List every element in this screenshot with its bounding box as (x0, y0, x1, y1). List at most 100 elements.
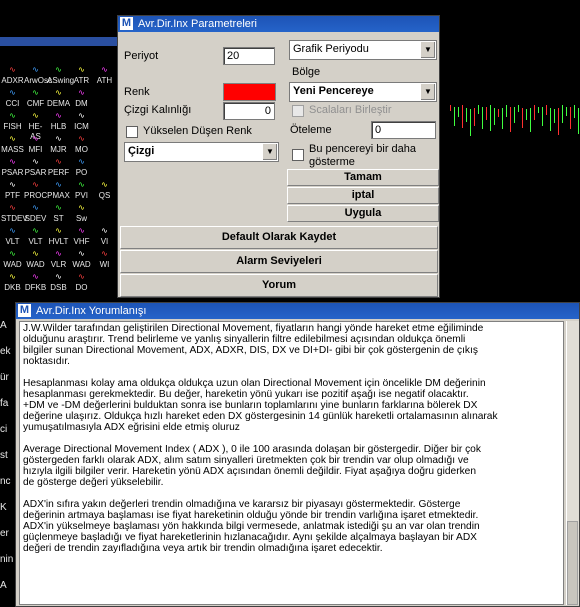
indicator-glyph-icon: ∿ (78, 111, 85, 120)
indicator-tool[interactable]: ∿ ATH (93, 65, 116, 87)
indicator-tool[interactable]: ∿ MJR (47, 134, 70, 156)
comment-textarea[interactable]: J.W.Wilder tarafından geliştirilen Direc… (19, 321, 564, 605)
vertical-scrollbar[interactable] (566, 321, 579, 605)
indicator-tool[interactable]: ∿ MO (70, 134, 93, 156)
indicator-tool-label: ICM (74, 122, 89, 131)
indicator-tool-label: VHF (73, 237, 90, 246)
show-once-checkbox[interactable] (292, 149, 304, 161)
indicator-tool[interactable]: ∿ DKB (1, 272, 24, 294)
indicator-tool[interactable]: ∿ WAD (1, 249, 24, 271)
save-default-button[interactable]: Default Olarak Kaydet (120, 226, 438, 249)
price-bar (498, 109, 499, 117)
indicator-tool[interactable]: ∿ VI (93, 226, 116, 248)
price-bar (478, 105, 479, 114)
left-strip-text: er (0, 528, 9, 539)
indicator-tool[interactable]: ∿ DSB (47, 272, 70, 294)
indicator-tool[interactable]: ∿ MASS (1, 134, 24, 156)
cancel-button[interactable]: iptal (287, 187, 439, 204)
chevron-down-icon[interactable]: ▼ (420, 42, 435, 58)
parameters-dialog: M Avr.Dir.Inx Parametreleri Periyot 20 R… (117, 15, 440, 298)
indicator-glyph-icon: ∿ (78, 203, 85, 212)
dialog-title: Avr.Dir.Inx Parametreleri (138, 18, 258, 30)
indicator-tool[interactable]: ∿ PVI (70, 180, 93, 202)
indicator-tool[interactable]: ∿ VHF (70, 226, 93, 248)
indicator-tool-label: VLT (5, 237, 20, 246)
indicator-tool[interactable]: ∿ WI (93, 249, 116, 271)
price-bar (458, 107, 459, 117)
left-strip-text: st (0, 450, 8, 461)
indicator-tool[interactable]: ∿ FISH (1, 111, 24, 133)
indicator-tool[interactable]: ∿ HLB (47, 111, 70, 133)
indicator-tool[interactable]: ∿ PSAR (24, 157, 47, 179)
indicator-tool[interactable]: ∿ PERF (47, 157, 70, 179)
comment-button[interactable]: Yorum (120, 274, 438, 297)
dialog-titlebar[interactable]: M Avr.Dir.Inx Parametreleri (118, 16, 439, 32)
indicator-tool[interactable]: ∿ ADXR (1, 65, 24, 87)
shift-label: Öteleme (290, 124, 332, 136)
indicator-tool[interactable]: ∿ DEMA (47, 88, 70, 110)
indicator-tool[interactable]: ∿ PMAX (47, 180, 70, 202)
indicator-tool[interactable]: ∿ WAD (70, 249, 93, 271)
indicator-glyph-icon: ∿ (55, 226, 62, 235)
indicator-tool[interactable]: ∿ ICM (70, 111, 93, 133)
region-label: Bölge (292, 66, 321, 78)
indicator-glyph-icon: ∿ (78, 249, 85, 258)
chevron-down-icon[interactable]: ▼ (420, 84, 435, 100)
price-bar (494, 108, 495, 125)
indicator-tool[interactable]: ∿ QS (93, 180, 116, 202)
indicator-tool[interactable]: ∿ ATR (70, 65, 93, 87)
merge-scales-checkbox[interactable] (292, 105, 304, 117)
line-width-input[interactable]: 0 (223, 102, 275, 120)
indicator-tool[interactable]: ∿ DFKB (24, 272, 47, 294)
indicator-tool[interactable]: ∿ DM (70, 88, 93, 110)
indicator-tool-label: VLR (50, 260, 67, 269)
indicator-tool[interactable]: ∿ VLT (1, 226, 24, 248)
color-swatch[interactable] (223, 83, 276, 101)
indicator-tool[interactable]: ∿ CMF (24, 88, 47, 110)
shift-input[interactable]: 0 (371, 121, 436, 139)
indicator-tool[interactable]: ∿ DO (70, 272, 93, 294)
comment-window: M Avr.Dir.Inx Yorumlanışı J.W.Wilder tar… (15, 302, 580, 607)
price-bar (538, 107, 539, 113)
indicator-tool-label: PERF (47, 168, 70, 177)
indicator-tool[interactable]: ∿ ArwOsc (24, 65, 52, 87)
indicator-tool[interactable]: ∿ PTF (1, 180, 24, 202)
indicator-tool[interactable]: ∿ STDEV (1, 203, 28, 225)
indicator-tool[interactable]: ∿ HE-AS (24, 111, 47, 141)
graph-period-select[interactable]: Grafik Periyodu ▼ (289, 40, 437, 60)
indicator-tool[interactable]: ∿ VLT (24, 226, 47, 248)
indicator-tool[interactable]: ∿ VLR (47, 249, 70, 271)
indicator-tool[interactable]: ∿ SDEV (24, 203, 47, 225)
indicator-glyph-icon: ∿ (32, 272, 39, 281)
region-select[interactable]: Yeni Pencereye ▼ (289, 82, 437, 102)
indicator-tool[interactable]: ∿ MFI (24, 134, 47, 156)
indicator-tool[interactable]: ∿ Sw (70, 203, 93, 225)
indicator-glyph-icon: ∿ (9, 226, 16, 235)
indicator-tool-label: WAD (26, 260, 45, 269)
comment-titlebar[interactable]: M Avr.Dir.Inx Yorumlanışı (16, 303, 579, 319)
indicator-tool[interactable]: ∿ ASwing (47, 65, 74, 87)
indicator-tool-label: MO (75, 145, 88, 154)
apply-button[interactable]: Uygula (287, 205, 439, 222)
indicator-glyph-icon: ∿ (9, 272, 16, 281)
indicator-glyph-icon: ∿ (101, 65, 108, 74)
chevron-down-icon[interactable]: ▼ (262, 144, 277, 160)
ok-button[interactable]: Tamam (287, 169, 439, 186)
scroll-thumb[interactable] (567, 521, 578, 605)
indicator-tool[interactable]: ∿ CCI (1, 88, 24, 110)
alarm-levels-button[interactable]: Alarm Seviyeleri (120, 250, 438, 273)
palette-titlebar (0, 37, 120, 46)
indicator-tool[interactable]: ∿ WAD (24, 249, 47, 271)
indicator-glyph-icon: ∿ (101, 180, 108, 189)
indicator-tool[interactable]: ∿ HVLT (47, 226, 70, 248)
rise-fall-color-checkbox[interactable] (126, 126, 138, 138)
indicator-tool[interactable]: ∿ ST (47, 203, 70, 225)
indicator-tool[interactable]: ∿ PO (70, 157, 93, 179)
left-strip-text: ür (0, 372, 9, 383)
indicator-tool[interactable]: ∿ PSAR (1, 157, 24, 179)
indicator-glyph-icon: ∿ (9, 249, 16, 258)
period-input[interactable]: 20 (223, 47, 275, 65)
indicator-tool[interactable]: ∿ PROC (24, 180, 47, 202)
line-style-select[interactable]: Çizgi ▼ (124, 142, 279, 162)
indicator-tool-label: MFI (28, 145, 43, 154)
